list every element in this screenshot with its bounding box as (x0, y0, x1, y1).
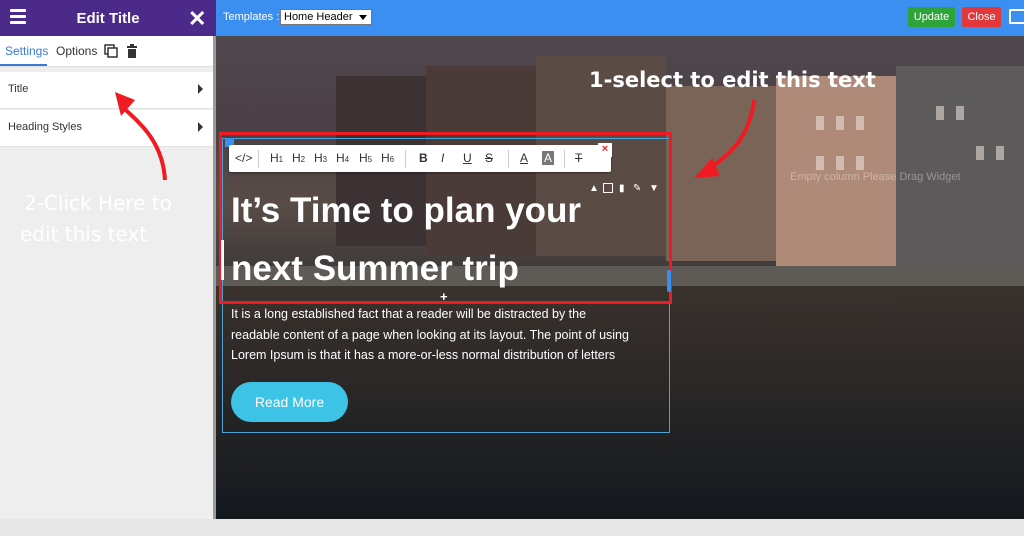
window (996, 146, 1004, 160)
move-up-icon[interactable]: ▲ (589, 183, 599, 194)
sidebar-header: Edit Title ✕ (0, 0, 216, 36)
add-element-icon[interactable]: + (440, 289, 448, 304)
window (856, 116, 864, 130)
template-select-value: Home Header (284, 11, 353, 23)
body-paragraph-line-3: Lorem Ipsum is that it has a more-or-les… (231, 348, 616, 362)
annotation-edit-text: edit this text (20, 222, 148, 246)
copy-icon[interactable] (603, 183, 613, 193)
chevron-down-icon (359, 15, 367, 20)
chevron-down-icon[interactable]: ▼ (649, 183, 659, 194)
close-icon[interactable]: ✕ (188, 6, 206, 32)
close-button[interactable]: Close (962, 7, 1001, 27)
template-select[interactable]: Home Header (280, 9, 372, 25)
heading-text-line-1[interactable]: It’s Time to plan your (231, 191, 581, 231)
tab-options[interactable]: Options (56, 44, 97, 58)
empty-column-hint: Empty column Please Drag Widget (790, 171, 961, 183)
sidebar-item-label: Heading Styles (8, 121, 82, 133)
monitor-icon[interactable] (1009, 9, 1024, 24)
annotation-select-to-edit: 1-select to edit this text (589, 68, 876, 92)
annotation-arrow-icon (694, 99, 756, 178)
window (816, 116, 824, 130)
annotation-arrow-icon (115, 92, 167, 181)
trash-icon[interactable] (125, 44, 139, 58)
annotation-click-here: 2-Click Here to (24, 191, 172, 215)
element-controls: ▲ ▮ ✎ ▼ (589, 183, 661, 197)
active-tab-underline (0, 64, 47, 66)
window (856, 156, 864, 170)
duplicate-icon[interactable] (104, 44, 118, 58)
sidebar-item-label: Title (8, 83, 29, 95)
window (836, 156, 844, 170)
window (836, 116, 844, 130)
footer-strip (0, 519, 1024, 536)
tab-settings[interactable]: Settings (5, 44, 48, 58)
top-bar: Templates : Home Header Update Close (216, 0, 1024, 36)
templates-label: Templates : (223, 11, 280, 23)
update-button[interactable]: Update (908, 7, 955, 27)
edit-pencil-icon[interactable]: ✎ (633, 183, 641, 194)
resize-handle[interactable] (667, 270, 671, 292)
window (956, 106, 964, 120)
window (816, 156, 824, 170)
heading-text-line-2[interactable]: next Summer trip (231, 249, 519, 289)
sidebar-title: Edit Title (76, 10, 140, 27)
background-building (896, 66, 1024, 266)
delete-icon[interactable]: ▮ (619, 183, 625, 194)
text-cursor (221, 240, 224, 280)
caret-right-icon (198, 122, 203, 132)
body-paragraph-line-1: It is a long established fact that a rea… (231, 307, 587, 321)
caret-right-icon (198, 84, 203, 94)
body-paragraph-line-2: readable content of a page when looking … (231, 328, 629, 342)
window (936, 106, 944, 120)
window (976, 146, 984, 160)
sidebar-tabs: Settings Options (0, 36, 213, 67)
read-more-button[interactable]: Read More (231, 382, 348, 422)
